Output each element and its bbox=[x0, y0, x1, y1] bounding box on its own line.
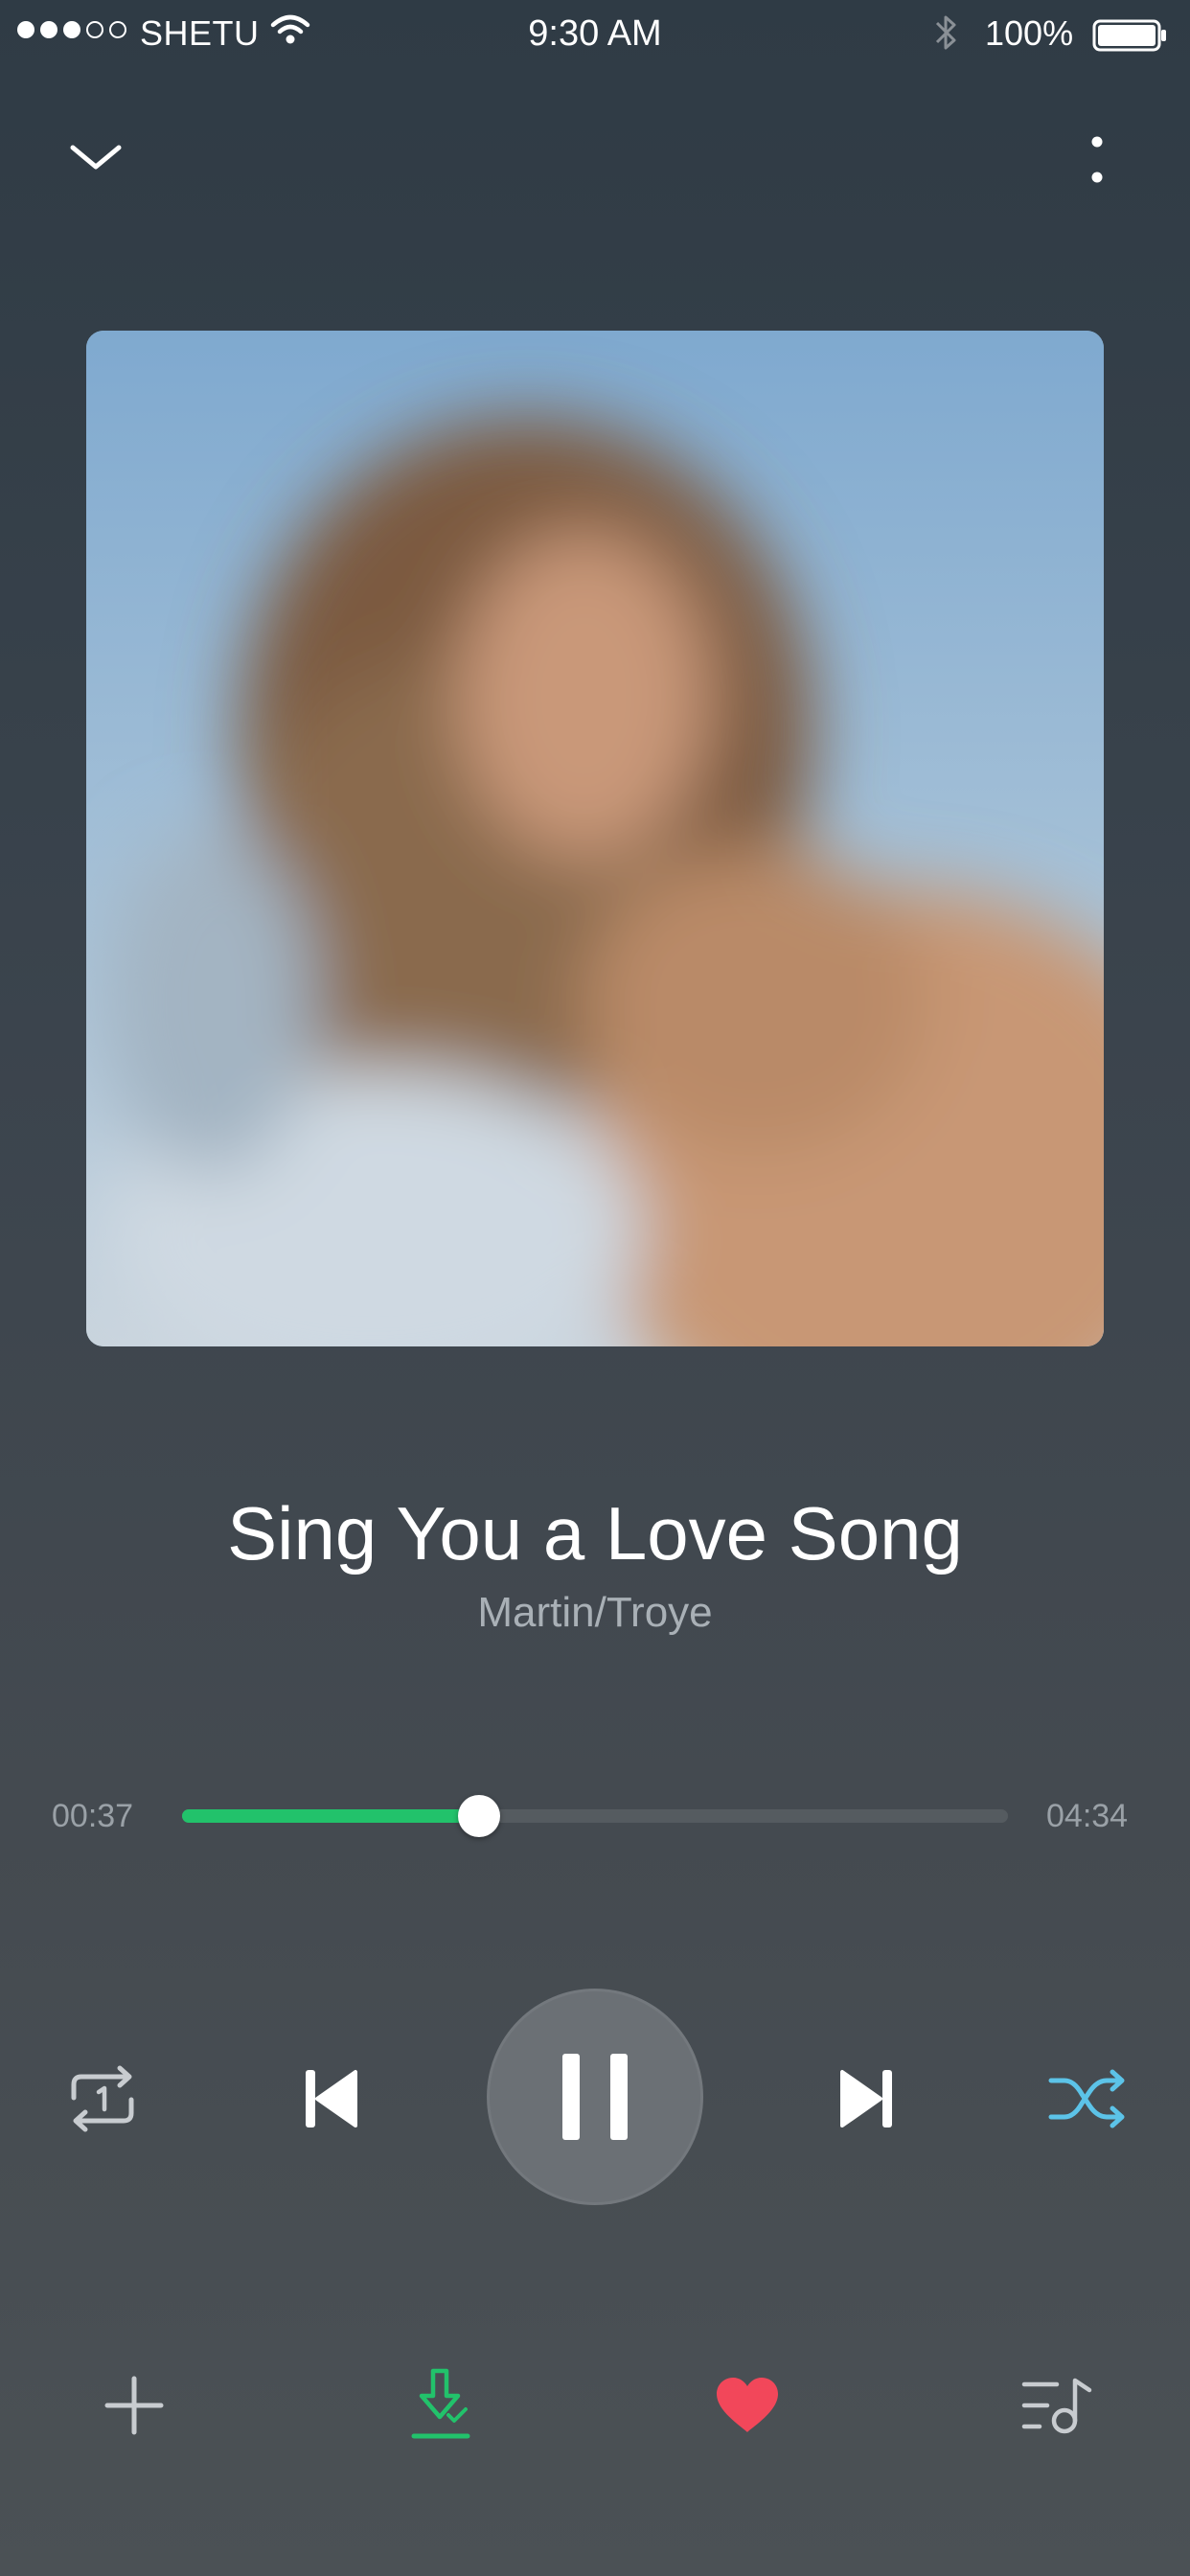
skip-previous-icon bbox=[306, 2070, 357, 2128]
repeat-one-button[interactable] bbox=[50, 2051, 155, 2147]
skip-next-icon bbox=[840, 2070, 892, 2128]
download-icon bbox=[411, 2368, 470, 2439]
heart-icon bbox=[717, 2378, 778, 2432]
progress-fill bbox=[182, 1809, 480, 1823]
progress-bar[interactable] bbox=[182, 1795, 1008, 1837]
song-title: Sing You a Love Song bbox=[227, 1491, 963, 1576]
more-options-button[interactable] bbox=[1073, 125, 1121, 201]
like-button[interactable] bbox=[699, 2358, 795, 2453]
more-vertical-icon bbox=[1091, 136, 1103, 183]
bluetooth-icon bbox=[931, 12, 960, 58]
status-bar: SHETU 9:30 AM 100% bbox=[0, 0, 1190, 67]
previous-track-button[interactable] bbox=[278, 2051, 383, 2147]
pause-icon bbox=[562, 2054, 628, 2140]
artist-name: Martin/Troye bbox=[477, 1589, 713, 1636]
current-time: 00:37 bbox=[52, 1798, 134, 1834]
shuffle-icon bbox=[1048, 2069, 1125, 2128]
shuffle-button[interactable] bbox=[1035, 2051, 1140, 2147]
playlist-icon bbox=[1021, 2378, 1092, 2434]
chevron-down-icon bbox=[70, 145, 122, 169]
plus-icon bbox=[104, 2376, 164, 2435]
collapse-button[interactable] bbox=[57, 129, 134, 187]
repeat-one-icon bbox=[71, 2065, 134, 2132]
album-art bbox=[86, 331, 1104, 1346]
battery-percentage: 100% bbox=[985, 13, 1074, 53]
total-time: 04:34 bbox=[1046, 1798, 1129, 1834]
next-track-button[interactable] bbox=[814, 2051, 920, 2147]
battery-icon bbox=[1092, 19, 1169, 52]
add-to-playlist-button[interactable] bbox=[86, 2358, 182, 2453]
progress-thumb[interactable] bbox=[458, 1795, 501, 1837]
playlist-button[interactable] bbox=[1006, 2358, 1111, 2453]
download-button[interactable] bbox=[393, 2353, 489, 2458]
pause-button[interactable] bbox=[487, 1989, 703, 2205]
